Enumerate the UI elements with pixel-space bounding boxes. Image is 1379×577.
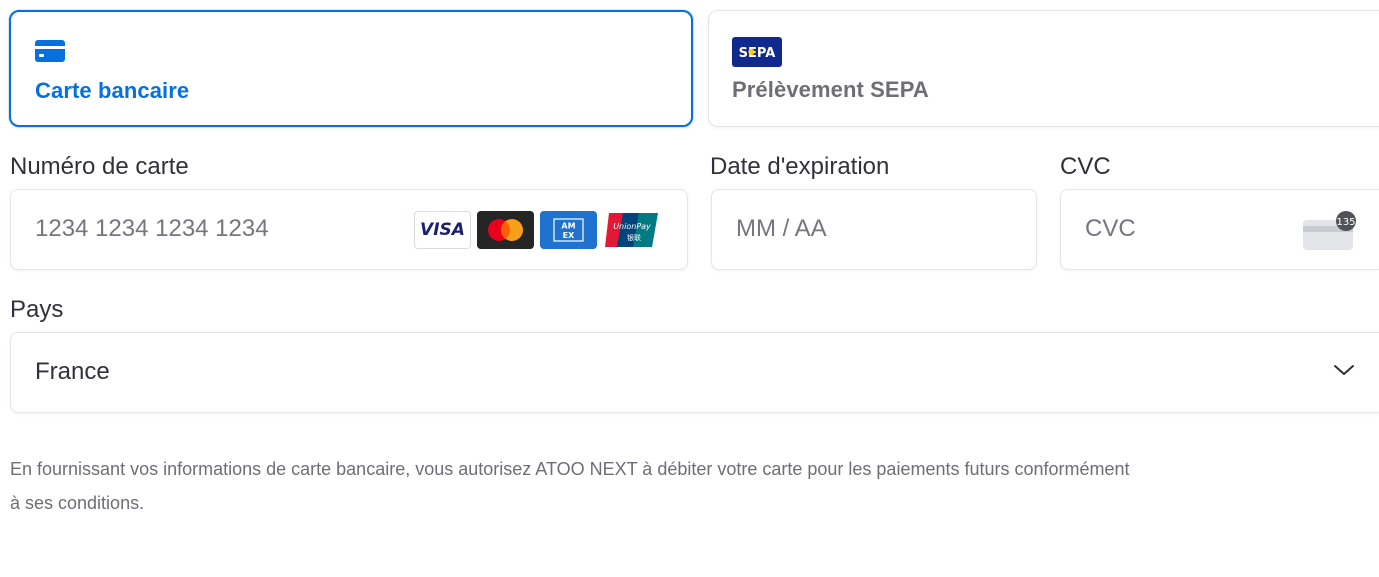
expiry-input[interactable]: MM / AA (711, 189, 1037, 270)
svg-text:AM: AM (561, 222, 575, 231)
card-brands: VISA AM EX UnionPay 银联 (414, 211, 660, 249)
notice-line-2: à ses conditions. (10, 493, 145, 513)
tab-card-label: Carte bancaire (35, 78, 190, 103)
cvc-placeholder: CVC (1085, 215, 1136, 242)
country-value: France (35, 358, 110, 385)
card-number-placeholder: 1234 1234 1234 1234 (35, 215, 269, 242)
authorization-notice: En fournissant vos informations de carte… (10, 452, 1379, 520)
tab-sepa[interactable]: SEPA Prélèvement SEPA (708, 10, 1379, 127)
svg-text:UnionPay: UnionPay (613, 222, 651, 231)
unionpay-icon: UnionPay 银联 (603, 211, 660, 249)
cvc-input[interactable]: CVC 135 (1060, 189, 1379, 270)
card-number-label: Numéro de carte (10, 153, 189, 180)
svg-text:EX: EX (563, 231, 575, 240)
cvc-card-icon: 135 (1301, 210, 1359, 257)
svg-text:银联: 银联 (627, 233, 641, 242)
tab-sepa-label: Prélèvement SEPA (732, 77, 929, 102)
country-label: Pays (10, 296, 64, 323)
chevron-down-icon (1333, 363, 1355, 382)
visa-icon: VISA (414, 211, 471, 249)
cvc-badge-text: 135 (1336, 217, 1355, 228)
country-select[interactable]: France (10, 332, 1379, 413)
tab-card[interactable]: Carte bancaire (9, 10, 693, 127)
expiry-placeholder: MM / AA (736, 215, 827, 242)
cvc-label: CVC (1060, 153, 1111, 180)
payment-form: Carte bancaire SEPA Prélèvement SEPA Num… (0, 0, 1379, 577)
sepa-icon-text: SEPA (739, 46, 776, 61)
notice-line-1: En fournissant vos informations de carte… (10, 459, 1130, 479)
amex-icon: AM EX (540, 211, 597, 249)
card-number-input[interactable]: 1234 1234 1234 1234 VISA AM EX UnionPay … (10, 189, 688, 270)
card-icon (35, 40, 65, 67)
sepa-icon: SEPA (732, 37, 782, 72)
expiry-label: Date d'expiration (710, 153, 890, 180)
mastercard-icon (477, 211, 534, 249)
